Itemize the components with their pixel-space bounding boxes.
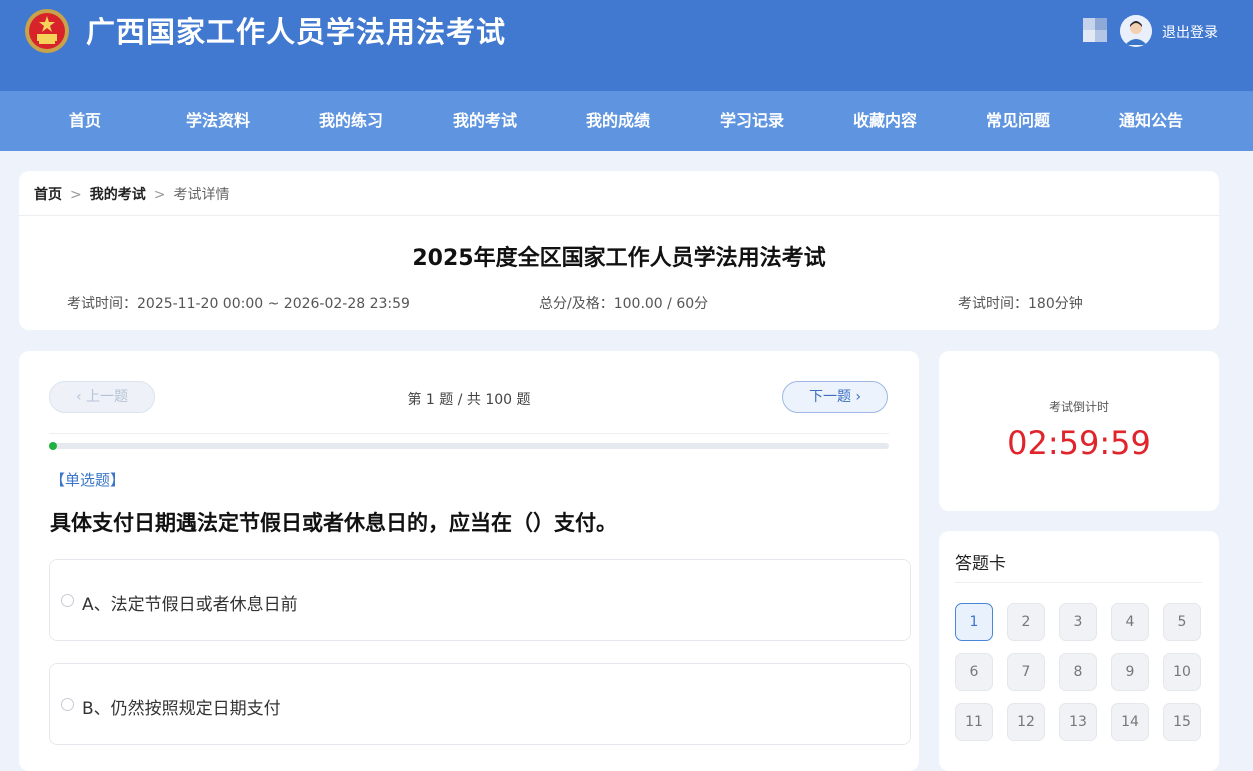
divider [19, 215, 1219, 216]
answer-card-number[interactable]: 13 [1059, 703, 1097, 741]
breadcrumb-home[interactable]: 首页 [34, 187, 62, 203]
answer-card-number[interactable]: 11 [955, 703, 993, 741]
exam-duration: 考试时间：180分钟 [958, 296, 1083, 312]
radio-icon[interactable] [61, 594, 74, 607]
main-nav: 首页 学法资料 我的练习 我的考试 我的成绩 学习记录 收藏内容 常见问题 通知… [0, 91, 1253, 151]
breadcrumb-current: 考试详情 [173, 187, 230, 203]
nav-item-study-records[interactable]: 学习记录 [692, 91, 812, 151]
answer-card-number[interactable]: 2 [1007, 603, 1045, 641]
answer-card-number[interactable]: 15 [1163, 703, 1201, 741]
breadcrumb-separator-icon: > [153, 187, 166, 203]
exam-score: 总分/及格：100.00 / 60分 [539, 296, 709, 312]
nav-item-my-scores[interactable]: 我的成绩 [558, 91, 678, 151]
answer-card-number[interactable]: 9 [1111, 653, 1149, 691]
option-b-text: B、仍然按照规定日期支付 [82, 699, 281, 719]
answer-card-number[interactable]: 8 [1059, 653, 1097, 691]
nav-item-study-materials[interactable]: 学法资料 [158, 91, 278, 151]
user-avatar-icon[interactable] [1120, 15, 1152, 47]
answer-card-number[interactable]: 5 [1163, 603, 1201, 641]
answer-card-number[interactable]: 4 [1111, 603, 1149, 641]
question-text: 具体支付日期遇法定节假日或者休息日的，应当在（）支付。 [50, 511, 617, 535]
question-progress-text: 第 1 题 / 共 100 题 [407, 392, 531, 408]
radio-icon[interactable] [61, 698, 74, 711]
nav-item-faq[interactable]: 常见问题 [958, 91, 1078, 151]
nav-item-favorites[interactable]: 收藏内容 [825, 91, 945, 151]
option-a-text: A、法定节假日或者休息日前 [82, 595, 298, 615]
answer-card-number[interactable]: 6 [955, 653, 993, 691]
breadcrumb: 首页 > 我的考试 > 考试详情 [34, 184, 229, 204]
answer-card-number[interactable]: 7 [1007, 653, 1045, 691]
exam-title: 2025年度全区国家工作人员学法用法考试 [412, 246, 826, 271]
divider [49, 433, 889, 434]
progress-bar-fill [49, 442, 58, 450]
breadcrumb-my-exams[interactable]: 我的考试 [90, 187, 146, 203]
question-type: 【单选题】 [50, 471, 126, 489]
answer-card-number[interactable]: 12 [1007, 703, 1045, 741]
exam-time-range: 考试时间：2025-11-20 00:00 ~ 2026-02-28 23:59 [67, 296, 410, 312]
top-header: 广西国家工作人员学法用法考试 退出登录 [0, 0, 1253, 91]
answer-card-number[interactable]: 10 [1163, 653, 1201, 691]
answer-card-title: 答题卡 [955, 554, 1006, 574]
answer-card-number[interactable]: 3 [1059, 603, 1097, 641]
answer-card-number[interactable]: 1 [955, 603, 993, 641]
national-emblem-icon [25, 9, 69, 53]
option-a[interactable]: A、法定节假日或者休息日前 [49, 559, 911, 641]
countdown-timer: 02:59:59 [1007, 424, 1151, 462]
progress-bar [49, 442, 889, 450]
logout-link[interactable]: 退出登录 [1162, 22, 1218, 42]
nav-item-my-exams[interactable]: 我的考试 [425, 91, 545, 151]
answer-card-number[interactable]: 14 [1111, 703, 1149, 741]
breadcrumb-separator-icon: > [70, 187, 82, 203]
timer-label: 考试倒计时 [1048, 400, 1109, 414]
user-thumbnail-icon [1083, 18, 1107, 42]
divider [955, 582, 1202, 583]
site-title: 广西国家工作人员学法用法考试 [86, 15, 507, 49]
nav-item-my-practice[interactable]: 我的练习 [291, 91, 411, 151]
option-b[interactable]: B、仍然按照规定日期支付 [49, 663, 911, 745]
prev-question-button[interactable]: ‹ 上一题 [49, 381, 155, 413]
nav-item-notices[interactable]: 通知公告 [1091, 91, 1211, 151]
next-question-button[interactable]: 下一题 › [782, 381, 888, 413]
nav-item-home[interactable]: 首页 [25, 91, 145, 151]
